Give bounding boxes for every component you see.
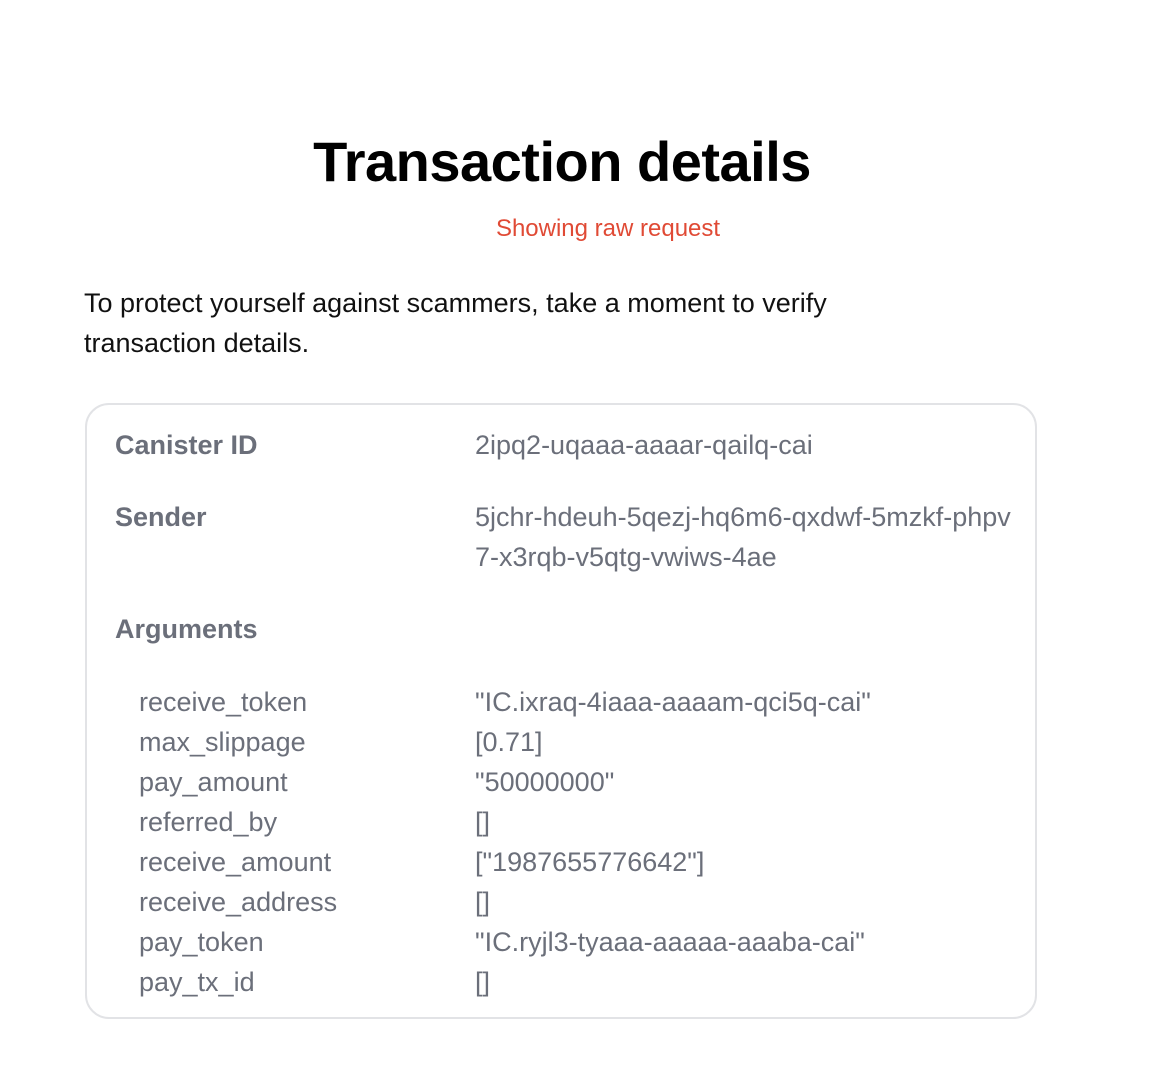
argument-name: receive_amount [139,847,332,877]
canister-id-label: Canister ID [115,430,258,460]
argument-name: receive_address [139,887,338,917]
intro-text: To protect yourself against scammers, ta… [84,288,827,358]
transaction-details-card: Canister ID 2ipq2-uqaaa-aaaar-qailq-cai … [85,403,1037,1019]
argument-value: ["1987655776642"] [475,847,705,877]
argument-row: max_slippage [0.71] [139,722,1019,762]
argument-row: pay_amount "50000000" [139,762,1019,802]
canister-id-value: 2ipq2-uqaaa-aaaar-qailq-cai [475,430,813,460]
arguments-label: Arguments [115,614,258,644]
page-title: Transaction details [313,130,811,193]
argument-name: referred_by [139,807,278,837]
argument-value: [] [475,887,491,917]
argument-value: "IC.ixraq-4iaaa-aaaam-qci5q-cai" [475,687,871,717]
argument-name: receive_token [139,687,308,717]
argument-row: receive_address [] [139,882,1019,922]
sender-value: 5jchr-hdeuh-5qezj-hq6m6-qxdwf-5mzkf-phpv… [475,502,1011,572]
argument-row: pay_tx_id [] [139,962,1019,1002]
arguments-list: receive_token "IC.ixraq-4iaaa-aaaam-qci5… [139,682,1019,1002]
raw-request-notice: Showing raw request [495,215,721,242]
argument-value: [] [475,967,491,997]
argument-value: "IC.ryjl3-tyaaa-aaaaa-aaaba-cai" [475,927,865,957]
argument-value: "50000000" [475,767,615,797]
argument-name: pay_token [139,927,264,957]
argument-row: pay_token "IC.ryjl3-tyaaa-aaaaa-aaaba-ca… [139,922,1019,962]
argument-name: pay_tx_id [139,967,255,997]
argument-row: receive_token "IC.ixraq-4iaaa-aaaam-qci5… [139,682,1019,722]
argument-value: [] [475,807,491,837]
argument-value: [0.71] [475,727,543,757]
argument-name: pay_amount [139,767,288,797]
sender-label: Sender [115,502,207,532]
argument-name: max_slippage [139,727,306,757]
argument-row: referred_by [] [139,802,1019,842]
argument-row: receive_amount ["1987655776642"] [139,842,1019,882]
